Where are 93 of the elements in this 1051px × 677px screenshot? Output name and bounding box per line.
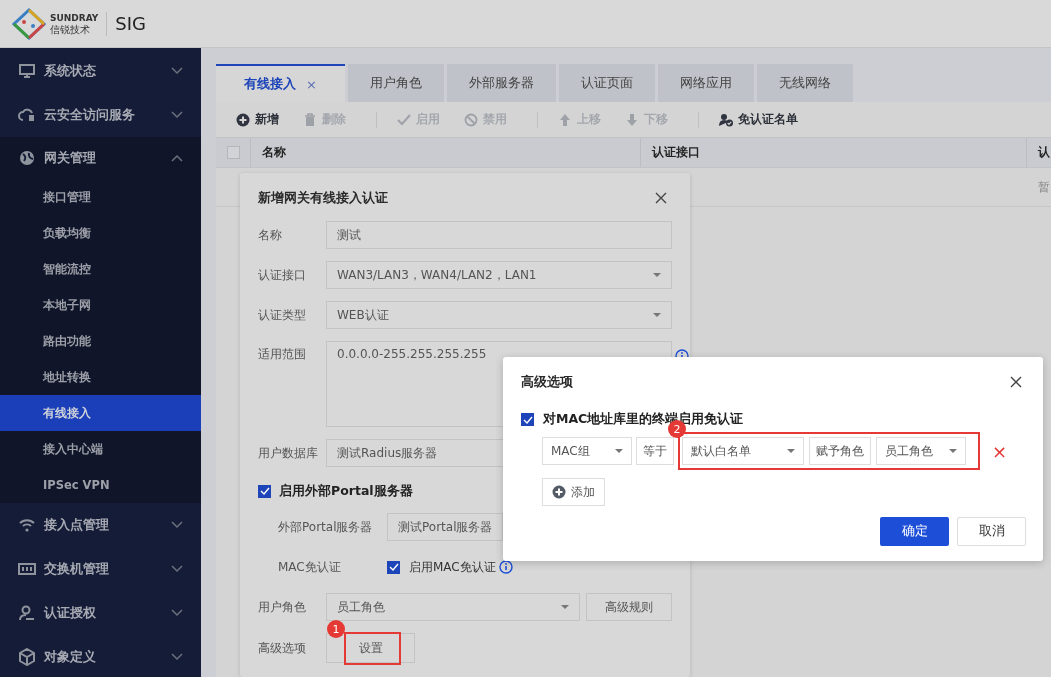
checkbox-label: 启用MAC免认证 xyxy=(409,558,496,576)
caret-icon xyxy=(653,273,661,277)
sidebar-group[interactable]: 对象定义 xyxy=(0,635,201,677)
sidebar-group[interactable]: 网关管理 xyxy=(0,137,201,179)
dropdown[interactable]: 员工角色 xyxy=(876,437,966,465)
field-label: MAC免认证 xyxy=(277,558,342,576)
sidebar-item[interactable]: 智能流控 xyxy=(0,251,201,287)
toolbar-button[interactable]: 免认证名单 xyxy=(719,112,808,127)
tab[interactable]: 用户角色 xyxy=(347,64,444,102)
dropdown[interactable]: 员工角色 xyxy=(326,593,580,621)
advanced-rules-button[interactable]: 高级规则 xyxy=(586,593,672,621)
assign-role-field: 赋予角色 xyxy=(809,437,871,465)
check-icon xyxy=(397,112,411,127)
sidebar-item[interactable]: 负载均衡 xyxy=(0,215,201,251)
field-label: 用户角色 xyxy=(258,598,307,616)
field-label: 高级选项 xyxy=(258,639,307,657)
add-button[interactable]: 添加 xyxy=(542,478,605,506)
arrow-down-icon xyxy=(625,112,639,127)
caret-icon xyxy=(653,313,661,317)
sidebar-item[interactable]: 路由功能 xyxy=(0,323,201,359)
plus-circle-icon xyxy=(236,112,250,127)
toolbar-button[interactable]: 新增 xyxy=(236,112,289,127)
close-icon xyxy=(655,192,667,204)
column-header: 认证接口 xyxy=(641,138,1027,167)
cube-icon xyxy=(18,648,36,666)
check-icon xyxy=(388,563,399,571)
brand-name: 信锐技术 xyxy=(50,23,91,36)
sidebar-item[interactable]: 有线接入 xyxy=(0,395,201,431)
operator-field: 等于 xyxy=(636,437,674,465)
field-label: 外部Portal服务器 xyxy=(277,518,374,536)
sidebar-item[interactable]: 地址转换 xyxy=(0,359,201,395)
arrow-up-icon xyxy=(558,112,572,127)
tab[interactable]: 网络应用 xyxy=(657,64,754,102)
sidebar-group[interactable]: 认证授权 xyxy=(0,591,201,635)
dropdown[interactable]: WAN3/LAN3，WAN4/LAN2，LAN1 xyxy=(326,261,672,289)
check-icon xyxy=(259,487,270,495)
ban-icon xyxy=(464,112,478,127)
sidebar-item[interactable]: 接入中心端 xyxy=(0,431,201,467)
confirm-button[interactable]: 确定 xyxy=(880,517,949,546)
brand-name: SUNDRAY xyxy=(50,11,99,24)
cloud-icon xyxy=(18,106,36,124)
wifi-icon xyxy=(18,516,36,534)
caret-icon xyxy=(949,449,957,453)
dialog-title: 高级选项 xyxy=(521,373,573,391)
highlight-overlay xyxy=(344,632,401,665)
globe-icon xyxy=(18,149,36,167)
dialog-title: 新增网关有线接入认证 xyxy=(258,189,388,207)
sidebar-item[interactable]: 接口管理 xyxy=(0,179,201,215)
logo-icon xyxy=(12,7,46,40)
dropdown[interactable]: 默认白名单 xyxy=(682,437,804,465)
field-label: 认证类型 xyxy=(258,306,307,324)
close-icon xyxy=(1010,376,1022,388)
tab[interactable]: 外部服务器 xyxy=(446,64,556,102)
field-label: 名称 xyxy=(258,226,283,244)
tab[interactable]: 无线网络 xyxy=(756,64,853,102)
input-field[interactable]: 测试 xyxy=(326,221,672,249)
user-icon xyxy=(18,604,36,622)
user-check-icon xyxy=(719,112,733,127)
close-icon[interactable]: × xyxy=(306,76,317,92)
info-icon xyxy=(498,560,513,574)
tab[interactable]: 认证页面 xyxy=(558,64,655,102)
caret-icon xyxy=(561,605,569,609)
column-header: 名称 xyxy=(251,138,641,167)
column-header: 认 xyxy=(1037,144,1051,161)
checkbox[interactable] xyxy=(387,560,400,574)
plus-circle-icon xyxy=(552,485,566,499)
field-label: 认证接口 xyxy=(258,266,307,284)
checkbox[interactable] xyxy=(521,413,534,426)
dropdown[interactable]: MAC组 xyxy=(542,437,632,465)
dropdown[interactable]: WEB认证 xyxy=(326,301,672,329)
caret-icon xyxy=(787,449,795,453)
sidebar-item[interactable]: IPSec VPN xyxy=(0,467,201,503)
checkbox-label: 启用外部Portal服务器 xyxy=(279,482,413,500)
trash-icon xyxy=(303,112,317,127)
sidebar-group[interactable]: 接入点管理 xyxy=(0,503,201,547)
empty-text: 暂 xyxy=(1038,178,1050,196)
tab[interactable]: 有线接入 × xyxy=(216,64,345,102)
sidebar-group[interactable]: 交换机管理 xyxy=(0,547,201,591)
cancel-button[interactable]: 取消 xyxy=(957,517,1026,546)
check-icon xyxy=(522,415,533,424)
field-label: 适用范围 xyxy=(258,346,307,363)
sidebar-group[interactable]: 云安全访问服务 xyxy=(0,93,201,137)
checkbox[interactable] xyxy=(227,146,240,159)
switch-icon xyxy=(18,560,36,578)
checkbox[interactable] xyxy=(258,484,271,498)
caret-icon xyxy=(615,449,623,453)
monitor-icon xyxy=(18,61,36,80)
product-name: SIG xyxy=(115,13,147,34)
sidebar-group[interactable]: 系统状态 xyxy=(0,48,201,93)
remove-icon[interactable]: × xyxy=(992,440,1008,462)
sidebar-item[interactable]: 本地子网 xyxy=(0,287,201,323)
field-label: 用户数据库 xyxy=(258,444,319,462)
input-field[interactable]: 测试Portal服务器 xyxy=(387,513,504,541)
